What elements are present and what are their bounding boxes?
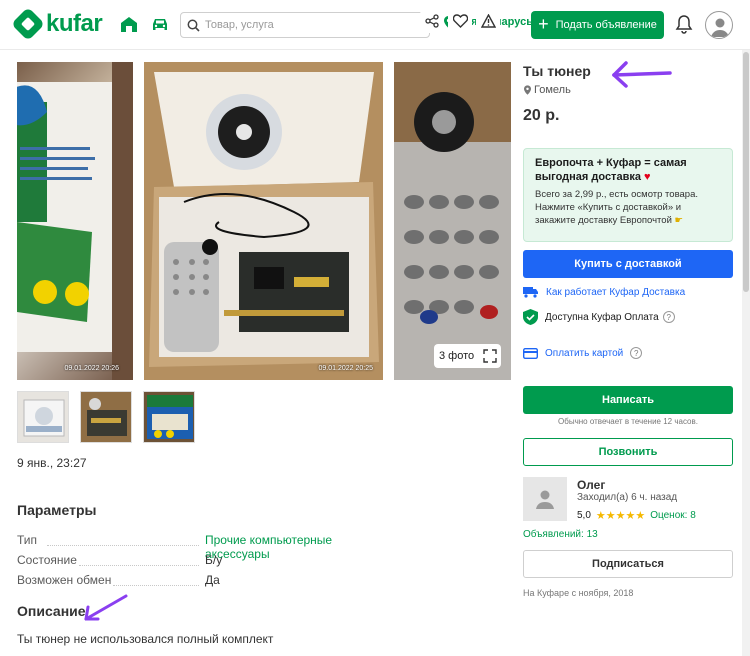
delivery-promo-banner: Европочта + Куфар = самая выгодная доста…: [523, 148, 733, 242]
help-icon[interactable]: ?: [662, 311, 675, 323]
remote-control-image: [394, 62, 511, 380]
annotation-arrow: [612, 61, 672, 88]
scrollbar-thumb[interactable]: [743, 52, 749, 292]
tuner-contents-image: [144, 62, 383, 380]
listing-photo-3[interactable]: [394, 62, 511, 380]
thumbnail-2[interactable]: [80, 391, 132, 443]
bell-icon[interactable]: [675, 14, 693, 34]
thumbnail-image: [81, 392, 131, 442]
param-label: Тип: [17, 533, 38, 547]
search-box[interactable]: [180, 12, 430, 38]
search-input[interactable]: [205, 19, 405, 31]
write-message-button[interactable]: Написать: [523, 386, 733, 414]
param-label: Состояние: [17, 553, 77, 567]
seller-ads-link[interactable]: Объявлений: 13: [523, 529, 598, 540]
warning-icon: [480, 14, 496, 28]
shield-check-icon: [523, 309, 538, 325]
listing-title: Ты тюнер: [523, 63, 591, 79]
listing-location: Гомель: [524, 84, 571, 96]
heart-icon: [452, 14, 468, 28]
location-label: Гомель: [534, 84, 571, 96]
buy-with-delivery-button[interactable]: Купить с доставкой: [523, 250, 733, 278]
annotation-arrow: [84, 594, 128, 621]
logo-text: kufar: [46, 10, 103, 37]
seller-avatar[interactable]: [523, 477, 567, 521]
param-value: Б/у: [205, 553, 223, 567]
listing-photo-2[interactable]: 09.01.2022 20:25: [144, 62, 383, 380]
param-divider: [47, 545, 199, 546]
description-heading: Описание: [17, 603, 86, 619]
thumbnail-3[interactable]: [143, 391, 195, 443]
report-button[interactable]: [476, 9, 500, 33]
share-button[interactable]: [420, 9, 444, 33]
page-scrollbar[interactable]: [742, 50, 750, 656]
photo-count-badge[interactable]: 3 фото: [434, 344, 501, 368]
delivery-info-link[interactable]: Как работает Куфар Доставка: [546, 287, 685, 298]
favorite-button[interactable]: [448, 9, 472, 33]
reviews-link[interactable]: Оценок: 8: [650, 510, 696, 521]
tuner-box-image: [17, 62, 133, 380]
plus-icon: +: [538, 13, 549, 34]
param-divider: [113, 585, 199, 586]
kufar-logo[interactable]: kufar: [11, 7, 103, 41]
param-label: Возможен обмен: [17, 573, 112, 587]
photo-count-label: 3 фото: [439, 350, 475, 362]
truck-icon: [523, 287, 538, 298]
card-icon: [523, 347, 538, 359]
call-button[interactable]: Позвонить: [523, 438, 733, 466]
top-header: kufar Вся Беларусь + Подать объявление: [0, 0, 750, 50]
thumbnail-image: [18, 392, 68, 442]
subscribe-button[interactable]: Подписаться: [523, 550, 733, 578]
param-row-exchange: Возможен обмен Да: [17, 573, 397, 589]
posted-date: 9 янв., 23:27: [17, 456, 87, 470]
real-estate-icon[interactable]: [119, 15, 139, 33]
pay-card-row[interactable]: Оплатить картой ?: [523, 347, 643, 359]
seller-last-seen: Заходил(а) 6 ч. назад: [577, 492, 678, 503]
promo-title-text: Европочта + Куфар = самая выгодная доста…: [535, 157, 687, 183]
share-icon: [425, 14, 439, 28]
post-ad-button[interactable]: + Подать объявление: [531, 11, 664, 39]
location-pin-icon: [524, 85, 531, 95]
fullscreen-icon: [483, 349, 497, 363]
car-icon[interactable]: [150, 15, 170, 33]
post-ad-label: Подать объявление: [555, 19, 657, 31]
thumbnail-1[interactable]: [17, 391, 69, 443]
description-text: Ты тюнер не использовался полный комплек…: [17, 632, 274, 646]
param-divider: [79, 565, 199, 566]
listing-photo-1[interactable]: 09.01.2022 20:26: [17, 62, 133, 380]
seller-rating: 5,0 ★★★★★ Оценок: 8: [577, 509, 696, 522]
listing-price: 20 р.: [523, 107, 560, 124]
user-icon: [536, 490, 554, 509]
help-icon[interactable]: ?: [630, 347, 643, 359]
pay-card-link[interactable]: Оплатить картой: [545, 348, 623, 359]
seller-since: На Куфаре с ноября, 2018: [523, 588, 634, 598]
user-avatar[interactable]: [705, 11, 733, 39]
rating-value: 5,0: [577, 510, 591, 521]
thumbnail-image: [144, 392, 194, 442]
rating-stars-icon: ★★★★★: [595, 510, 646, 522]
delivery-info-row[interactable]: Как работает Куфар Доставка: [523, 286, 685, 298]
param-row-condition: Состояние Б/у: [17, 553, 397, 569]
search-icon: [187, 19, 200, 32]
param-value: Да: [205, 573, 220, 587]
params-heading: Параметры: [17, 502, 97, 518]
kufar-logo-icon: [11, 7, 45, 41]
param-row-type: Тип Прочие компьютерные аксессуары: [17, 533, 397, 561]
photo-timestamp: 09.01.2022 20:25: [318, 365, 374, 372]
payment-info-row: Доступна Куфар Оплата ?: [523, 309, 675, 325]
red-heart-icon: ♥: [644, 171, 651, 183]
payment-available-label: Доступна Куфар Оплата: [545, 311, 659, 323]
promo-title: Европочта + Куфар = самая выгодная доста…: [535, 156, 721, 184]
reply-time-note: Обычно отвечает в течение 12 часов.: [558, 417, 698, 426]
seller-name[interactable]: Олег: [577, 478, 605, 492]
promo-text: Всего за 2,99 р., есть осмотр товара. На…: [535, 188, 721, 227]
pointing-hand-icon: ☛: [674, 215, 684, 226]
photo-timestamp: 09.01.2022 20:26: [64, 365, 120, 372]
user-icon: [711, 18, 729, 37]
